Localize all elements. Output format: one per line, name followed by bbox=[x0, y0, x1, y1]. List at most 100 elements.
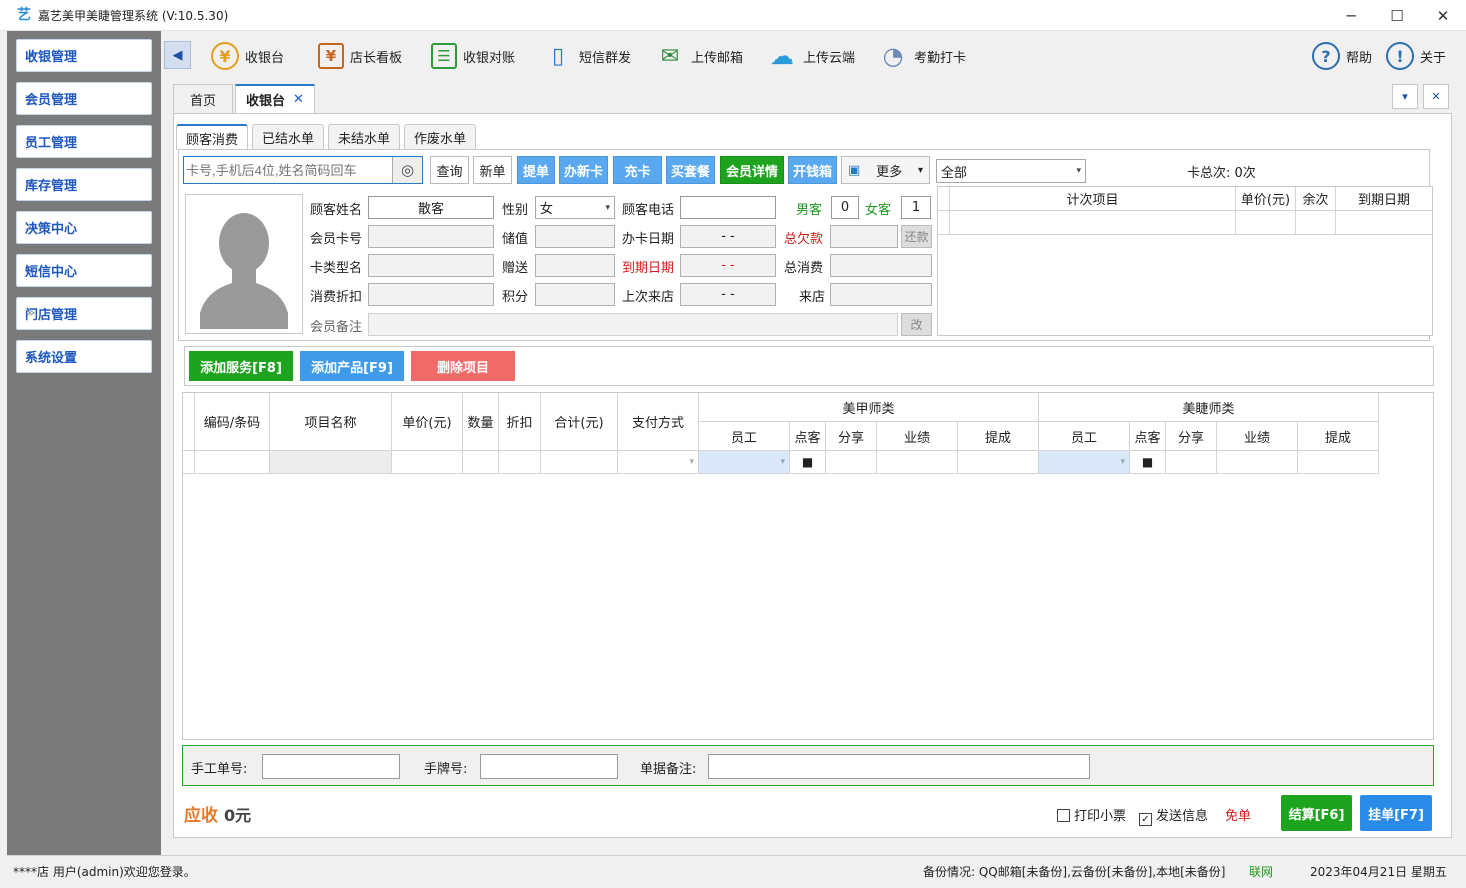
customer-name-label: 顾客姓名 bbox=[310, 203, 363, 218]
mail-upload-icon: ✉ bbox=[660, 43, 680, 69]
nail-staff-select[interactable]: ▾ bbox=[699, 451, 790, 474]
toolbar-label: 收银对账 bbox=[463, 50, 516, 66]
code-cell[interactable] bbox=[195, 451, 270, 474]
nail-performance-cell[interactable] bbox=[877, 451, 958, 474]
sidebar-item-cashier[interactable]: 收银管理 ≫ bbox=[16, 39, 152, 72]
toolbar-label: 短信群发 bbox=[579, 50, 632, 66]
column-header: 计次项目 bbox=[950, 187, 1236, 211]
column-header: 员工 bbox=[699, 422, 790, 451]
free-order-link[interactable]: 免单 bbox=[1225, 805, 1251, 824]
column-header: 到期日期 bbox=[1336, 187, 1432, 211]
minimize-button[interactable]: ─ bbox=[1328, 0, 1374, 31]
sidebar-item-stores[interactable]: 门店管理 ≫ bbox=[16, 297, 152, 330]
toolbar-cloud-upload-button[interactable]: ☁ 上传云端 bbox=[767, 38, 855, 74]
tab-list-button[interactable]: ▾ bbox=[1392, 84, 1418, 109]
female-count-field[interactable]: 1 bbox=[901, 196, 931, 219]
checkbox-label: 发送信息 bbox=[1156, 809, 1209, 824]
toolbar-sms-button[interactable]: ▯ 短信群发 bbox=[543, 38, 631, 74]
total-spend-label: 总消费 bbox=[784, 261, 824, 276]
card-filter-select[interactable]: 全部 ▾ bbox=[936, 159, 1086, 183]
payment-method-cell[interactable]: ▾ bbox=[618, 451, 699, 474]
tab-unsettled-orders[interactable]: 未结水单 bbox=[328, 124, 400, 150]
sidebar-item-decision[interactable]: 决策中心 ≫ bbox=[16, 211, 152, 244]
sidebar-item-settings[interactable]: 系统设置 ≫ bbox=[16, 340, 152, 373]
sidebar-item-members[interactable]: 会员管理 ≫ bbox=[16, 82, 152, 115]
tab-home[interactable]: 首页 bbox=[173, 84, 233, 113]
sidebar-item-inventory[interactable]: 库存管理 ≫ bbox=[16, 168, 152, 201]
total-cell[interactable] bbox=[541, 451, 618, 474]
recharge-button[interactable]: 充卡 bbox=[613, 156, 662, 184]
title-bar: 艺 嘉艺美甲美睫管理系统 (V:10.5.30) ─ ☐ ✕ bbox=[0, 0, 1466, 31]
close-tab-icon[interactable]: ✕ bbox=[293, 92, 304, 107]
male-count-label: 男客 bbox=[796, 203, 823, 218]
search-input[interactable] bbox=[184, 157, 389, 183]
help-button[interactable]: ? 帮助 bbox=[1312, 38, 1372, 74]
nail-commission-cell[interactable] bbox=[958, 451, 1039, 474]
print-receipt-checkbox[interactable]: 打印小票 bbox=[1057, 805, 1126, 824]
manual-order-no-input[interactable] bbox=[262, 754, 400, 779]
sidebar-item-label: 库存管理 bbox=[25, 179, 78, 194]
column-header: 余次 bbox=[1296, 187, 1336, 211]
about-button[interactable]: ! 关于 bbox=[1386, 38, 1446, 74]
lash-tech-group-header: 美睫师类 bbox=[1039, 393, 1379, 422]
toolbar-mail-upload-button[interactable]: ✉ 上传邮箱 bbox=[655, 38, 743, 74]
nail-share-cell[interactable] bbox=[826, 451, 877, 474]
new-card-button[interactable]: 办新卡 bbox=[559, 156, 608, 184]
close-all-tabs-button[interactable]: ✕ bbox=[1423, 84, 1449, 109]
take-order-button[interactable]: 提单 bbox=[517, 156, 555, 184]
toolbar-cashier-button[interactable]: ¥ 收银台 bbox=[211, 38, 284, 74]
tab-void-orders[interactable]: 作废水单 bbox=[404, 124, 476, 150]
toolbar-reconcile-button[interactable]: ☰ 收银对账 bbox=[431, 38, 515, 74]
nail-appointed-checkbox[interactable]: ■ bbox=[790, 451, 826, 474]
more-icon: ▣ bbox=[848, 162, 861, 178]
price-cell[interactable] bbox=[392, 451, 463, 474]
column-header: 提成 bbox=[1298, 422, 1379, 451]
male-count-field[interactable]: 0 bbox=[831, 196, 859, 219]
open-cash-drawer-button[interactable]: 开钱箱 bbox=[788, 156, 837, 184]
fingerprint-icon[interactable]: ◎ bbox=[392, 157, 422, 183]
lash-staff-select[interactable]: ▾ bbox=[1039, 451, 1130, 474]
more-button[interactable]: ▣ 更多 ▾ bbox=[841, 156, 930, 184]
add-product-button[interactable]: 添加产品[F9] bbox=[300, 351, 404, 381]
sidebar-item-staff[interactable]: 员工管理 ≫ bbox=[16, 125, 152, 158]
sms-icon: ▯ bbox=[551, 43, 565, 69]
sidebar-item-label: 系统设置 bbox=[25, 351, 78, 366]
close-window-button[interactable]: ✕ bbox=[1420, 0, 1466, 31]
lash-share-cell[interactable] bbox=[1166, 451, 1217, 474]
order-remark-input[interactable] bbox=[708, 754, 1090, 779]
maximize-button[interactable]: ☐ bbox=[1374, 0, 1420, 31]
toolbar-dashboard-button[interactable]: ¥ 店长看板 bbox=[318, 38, 402, 74]
row-header-cell bbox=[938, 187, 950, 211]
quantity-cell[interactable] bbox=[463, 451, 499, 474]
item-name-cell[interactable] bbox=[270, 451, 392, 474]
member-detail-button[interactable]: 会员详情 bbox=[720, 156, 784, 184]
column-header: 分享 bbox=[826, 422, 877, 451]
buy-package-button[interactable]: 买套餐 bbox=[666, 156, 715, 184]
delete-item-button[interactable]: 删除项目 bbox=[411, 351, 515, 381]
tag-no-input[interactable] bbox=[480, 754, 618, 779]
gender-select[interactable]: 女 ▾ bbox=[535, 196, 615, 219]
expire-date-label: 到期日期 bbox=[622, 261, 675, 276]
tab-settled-orders[interactable]: 已结水单 bbox=[252, 124, 324, 150]
send-message-checkbox[interactable]: ✓ 发送信息 bbox=[1139, 805, 1208, 826]
checkout-bar: 应收 0元 打印小票 ✓ 发送信息 免单 结算[F6] 挂单[F7] bbox=[182, 792, 1444, 836]
tab-customer-consumption[interactable]: 顾客消费 bbox=[176, 124, 248, 150]
lash-performance-cell[interactable] bbox=[1217, 451, 1298, 474]
edit-remark-button[interactable]: 改 bbox=[901, 313, 932, 336]
phone-field[interactable] bbox=[680, 196, 776, 219]
checkout-button[interactable]: 结算[F6] bbox=[1281, 795, 1352, 831]
lash-commission-cell[interactable] bbox=[1298, 451, 1379, 474]
lash-appointed-checkbox[interactable]: ■ bbox=[1130, 451, 1166, 474]
toolbar-attendance-button[interactable]: ◔ 考勤打卡 bbox=[878, 38, 967, 74]
add-service-button[interactable]: 添加服务[F8] bbox=[189, 351, 293, 381]
collapse-sidebar-button[interactable]: ◀ bbox=[164, 41, 191, 69]
new-order-button[interactable]: 新单 bbox=[473, 156, 512, 184]
tab-cashier[interactable]: 收银台 ✕ bbox=[235, 84, 315, 113]
discount-cell[interactable] bbox=[499, 451, 541, 474]
repay-button[interactable]: 还款 bbox=[901, 225, 932, 248]
network-status: 联网 bbox=[1249, 865, 1274, 879]
sidebar-item-sms[interactable]: 短信中心 ≫ bbox=[16, 254, 152, 287]
customer-name-field[interactable]: 散客 bbox=[368, 196, 494, 219]
hold-order-button[interactable]: 挂单[F7] bbox=[1360, 795, 1432, 831]
query-button[interactable]: 查询 bbox=[430, 156, 469, 184]
